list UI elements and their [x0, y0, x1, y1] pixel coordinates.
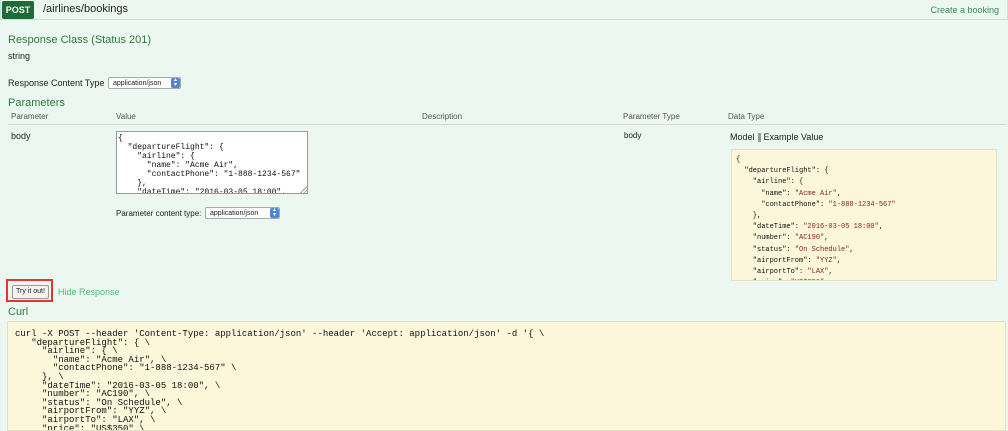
col-description: Description [422, 112, 463, 121]
tab-example-value[interactable]: Example Value [763, 132, 825, 142]
select-arrows-icon: ▴ ▾ [171, 77, 180, 88]
tab-model[interactable]: Model [729, 132, 756, 142]
example-line: "dateTime": "2016-03-05 18:00", [736, 223, 884, 232]
endpoint-path[interactable]: /airlines/bookings [43, 3, 128, 15]
col-data-type: Data Type [728, 112, 765, 121]
example-line: { [736, 156, 741, 164]
response-class-title: Response Class (Status 201) [8, 34, 152, 46]
response-content-type-value: application/json [113, 80, 162, 87]
param-content-type-value: application/json [210, 210, 259, 217]
example-line: "airportFrom": "YYZ", [736, 256, 842, 265]
example-line: "name": "Acme Air", [736, 189, 842, 198]
curl-command-block: curl -X POST --header 'Content-Type: app… [7, 321, 1006, 431]
example-line: "price": "US$350" [736, 278, 996, 280]
example-line: }, [736, 212, 762, 221]
example-line: "status": "On Schedule", [736, 245, 854, 254]
response-content-type-label: Response Content Type [8, 78, 105, 88]
try-it-out-button[interactable]: Try it out! [12, 285, 49, 299]
operation-summary-link[interactable]: Create a booking [930, 5, 999, 15]
select-arrows-icon: ▴ ▾ [270, 207, 279, 218]
response-content-type-select[interactable]: application/json ▴ ▾ [108, 77, 181, 89]
param-type-value: body [624, 131, 642, 140]
parameters-table-header: Parameter Value Description Parameter Ty… [8, 112, 1006, 125]
example-line: "airportTo": "LAX", [736, 268, 833, 277]
parameters-title: Parameters [8, 97, 65, 109]
response-type: string [8, 51, 31, 61]
example-line: "departureFlight": { [736, 167, 829, 176]
param-name: body [11, 131, 31, 141]
col-parameter-type: Parameter Type [623, 112, 680, 121]
textarea-resize-handle[interactable] [300, 186, 307, 193]
data-type-tabs: Model Example Value [729, 132, 825, 143]
http-method-badge[interactable]: POST [2, 1, 34, 19]
param-content-type-select[interactable]: application/json ▴ ▾ [205, 207, 280, 219]
example-line: "number": "AC190", [736, 234, 829, 243]
example-line: "contactPhone": "1-888-1234-567" [736, 200, 896, 209]
curl-title: Curl [8, 306, 29, 318]
try-button-highlight: Try it out! [6, 279, 53, 302]
hide-response-link[interactable]: Hide Response [58, 287, 120, 297]
col-parameter: Parameter [11, 112, 49, 121]
body-value-textarea[interactable]: { "departureFlight": { "airline": { "nam… [116, 131, 308, 194]
col-value: Value [116, 112, 136, 121]
example-value-snippet[interactable]: { "departureFlight": { "airline": { "nam… [731, 149, 997, 281]
tab-divider [757, 133, 761, 143]
param-content-type-label: Parameter content type: [116, 209, 202, 218]
operation-header[interactable]: POST /airlines/bookings Create a booking [0, 0, 1008, 20]
example-line: "airline": { [736, 178, 804, 187]
